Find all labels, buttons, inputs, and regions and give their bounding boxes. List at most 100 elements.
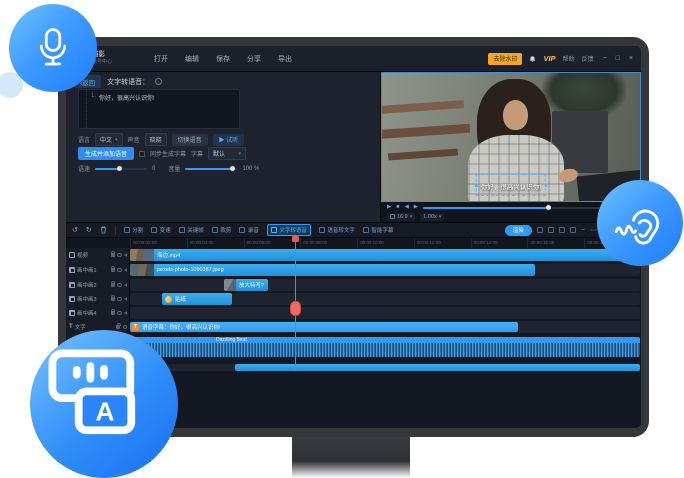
remove-watermark-button[interactable]: 去除水印 bbox=[488, 53, 522, 65]
eye-icon[interactable] bbox=[123, 325, 128, 330]
monitor-stand bbox=[292, 436, 410, 478]
switch-voice-button[interactable]: 切换语音 bbox=[172, 134, 208, 146]
mixer-icon[interactable] bbox=[570, 227, 576, 233]
snap-icon[interactable] bbox=[548, 227, 554, 233]
speed-icon bbox=[151, 227, 157, 233]
crop-icon bbox=[212, 227, 218, 233]
lock-icon[interactable] bbox=[111, 268, 115, 272]
speed-slider[interactable] bbox=[95, 168, 147, 170]
subtitle-overlay[interactable]: 你好，很高兴认识你! bbox=[476, 174, 546, 196]
marketing-screenshot: 喵影 账号中心 打开 编辑 保存 分享 导出 去除水印 VIP 帮助 反馈 − bbox=[0, 0, 684, 478]
lock-icon[interactable] bbox=[111, 283, 115, 287]
timeline-ruler[interactable]: 00:00:02:00 00:00:04:00 00:00:06:00 00:0… bbox=[66, 238, 641, 248]
playhead-grip[interactable] bbox=[290, 301, 301, 316]
menu-item-share[interactable]: 分享 bbox=[247, 54, 261, 64]
sticker-thumbnail bbox=[165, 296, 172, 303]
mute-icon[interactable] bbox=[124, 297, 127, 301]
mute-icon[interactable] bbox=[124, 283, 127, 287]
line-number: 1. bbox=[91, 93, 96, 125]
trash-icon[interactable] bbox=[100, 221, 107, 239]
tts-text-input[interactable]: 1. 你好，很高兴认识你! bbox=[78, 89, 240, 129]
close-button[interactable]: × bbox=[629, 55, 633, 62]
tool-record[interactable]: 录音 bbox=[239, 226, 259, 234]
track-header-pip1: 画中画1 bbox=[66, 264, 130, 276]
selection-handle[interactable] bbox=[475, 184, 478, 187]
maximize-button[interactable]: □ bbox=[616, 55, 620, 62]
tool-auto-subtitle[interactable]: 智能字幕 bbox=[363, 226, 394, 234]
eye-icon[interactable] bbox=[117, 297, 122, 302]
redo-icon[interactable]: ↻ bbox=[86, 227, 92, 234]
tool-keyframe[interactable]: 关键帧 bbox=[179, 226, 204, 234]
track-lane bbox=[130, 279, 640, 291]
tool-text-to-speech[interactable]: 文字转语音 bbox=[267, 224, 311, 236]
toolbar-divider bbox=[115, 226, 116, 235]
subtitle-text: 你好，很高兴认识你! bbox=[481, 184, 541, 191]
audio-clip[interactable]: Dazzling Beat bbox=[130, 337, 640, 357]
mute-icon[interactable] bbox=[124, 311, 127, 315]
audition-button[interactable]: ▶ 试听 bbox=[213, 134, 245, 146]
volume-slider-knob[interactable] bbox=[230, 166, 235, 171]
sync-subtitle-checkbox[interactable] bbox=[139, 151, 145, 157]
feedback-link[interactable]: 反馈 bbox=[582, 54, 594, 63]
aspect-ratio-select[interactable]: 16:9▾ bbox=[387, 213, 415, 221]
text-clip[interactable]: T 语音字幕：你好，很高兴认识你! bbox=[130, 322, 518, 332]
lock-icon[interactable] bbox=[111, 253, 115, 257]
microphone-badge bbox=[9, 4, 97, 92]
tool-speech-to-text[interactable]: 语音转文字 bbox=[319, 226, 355, 234]
menu-item-save[interactable]: 保存 bbox=[216, 54, 230, 64]
previous-frame-icon[interactable]: ◀ bbox=[405, 205, 409, 211]
help-link[interactable]: 帮助 bbox=[563, 54, 575, 63]
seek-knob[interactable] bbox=[546, 205, 551, 210]
menu-item-open[interactable]: 打开 bbox=[154, 54, 168, 64]
lock-icon[interactable] bbox=[111, 311, 115, 315]
bell-icon[interactable] bbox=[529, 50, 536, 68]
volume-value: 100 % bbox=[242, 166, 259, 172]
video-clip[interactable]: 海边.mp4 bbox=[130, 249, 640, 261]
playhead-marker[interactable] bbox=[292, 236, 299, 242]
generate-voice-button[interactable]: 生成并添加语音 bbox=[78, 147, 134, 160]
next-frame-icon[interactable]: ▶ bbox=[414, 205, 418, 211]
tool-split[interactable]: 分割 bbox=[124, 226, 144, 234]
lock-icon[interactable] bbox=[116, 325, 120, 329]
lock-icon[interactable] bbox=[111, 297, 115, 301]
chevron-down-icon: ▾ bbox=[239, 151, 242, 157]
zoom-out-icon[interactable]: − bbox=[581, 227, 585, 234]
sync-subtitle-label: 同步生成字幕 bbox=[150, 149, 186, 158]
info-icon[interactable]: i bbox=[155, 78, 162, 85]
stop-icon[interactable]: ■ bbox=[396, 205, 399, 211]
mute-icon[interactable] bbox=[124, 253, 127, 257]
chevron-down-icon: ▾ bbox=[410, 214, 413, 220]
language-select[interactable]: 中文▾ bbox=[95, 133, 123, 146]
pip3-clip[interactable]: 贴纸 bbox=[162, 293, 232, 305]
pip2-clip[interactable]: 放大特写? bbox=[224, 279, 268, 291]
play-icon[interactable]: ▶ bbox=[387, 205, 391, 211]
track-lane bbox=[130, 307, 640, 319]
text-to-speech-icon bbox=[271, 227, 277, 233]
menu-item-export[interactable]: 导出 bbox=[278, 54, 292, 64]
tool-speed[interactable]: 变速 bbox=[151, 226, 171, 234]
pip-track-icon bbox=[69, 310, 75, 316]
vip-badge[interactable]: VIP bbox=[543, 54, 555, 63]
voice-field[interactable]: 晓晓 bbox=[145, 133, 167, 146]
speed-slider-knob[interactable] bbox=[117, 166, 122, 171]
menu-item-edit[interactable]: 编辑 bbox=[185, 54, 199, 64]
volume-slider[interactable] bbox=[185, 168, 237, 170]
minimize-button[interactable]: − bbox=[603, 55, 607, 62]
track-header-pip2: 画中画2 bbox=[66, 279, 130, 291]
seek-slider[interactable] bbox=[423, 207, 624, 209]
marker-icon[interactable] bbox=[537, 227, 543, 233]
track-manage-icon[interactable] bbox=[559, 227, 565, 233]
pip1-clip[interactable]: pexels-photo-1090387.jpeg bbox=[130, 264, 535, 276]
undo-icon[interactable]: ↺ bbox=[72, 227, 78, 234]
render-button[interactable]: 渲染 bbox=[505, 225, 532, 236]
selection-handle[interactable] bbox=[545, 184, 548, 187]
eye-icon[interactable] bbox=[117, 283, 122, 288]
eye-icon[interactable] bbox=[117, 253, 122, 258]
eye-icon[interactable] bbox=[117, 268, 122, 273]
subtitle-select[interactable]: 默认▾ bbox=[208, 147, 246, 160]
tool-crop[interactable]: 裁剪 bbox=[212, 226, 232, 234]
zoom-level-select[interactable]: 1.00x▾ bbox=[420, 213, 444, 221]
eye-icon[interactable] bbox=[117, 311, 122, 316]
listening-badge bbox=[597, 180, 683, 266]
mute-icon[interactable] bbox=[124, 268, 127, 272]
